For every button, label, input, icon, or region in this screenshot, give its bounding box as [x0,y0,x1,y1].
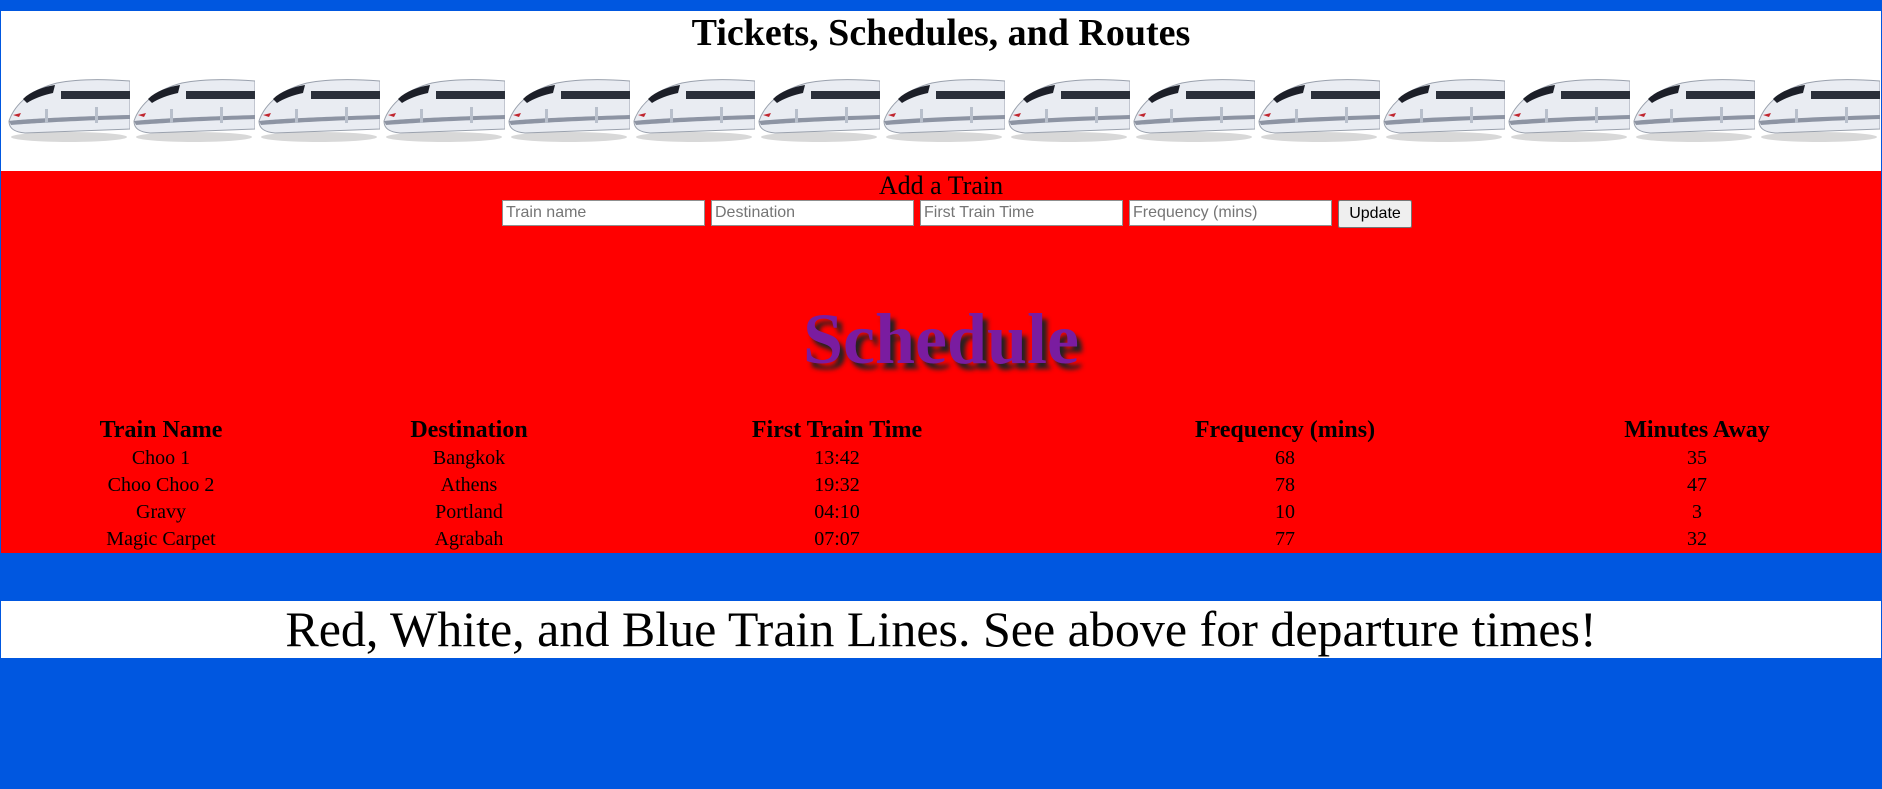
table-row: Gravy Portland 04:10 10 3 [1,498,1881,525]
train-image [383,79,505,142]
column-header: Destination [410,417,528,443]
footer-banner: Red, White, and Blue Train Lines. See ab… [0,601,1881,658]
first-train-time-input[interactable] [920,200,1123,226]
table-row: Choo 1 Bangkok 13:42 68 35 [1,444,1881,471]
column-header: First Train Time [751,417,923,443]
destination-input[interactable] [711,200,914,226]
train-image [633,79,755,142]
train-image [133,79,255,142]
frequency-cell: 78 [1275,473,1295,496]
minutes-away-cell: 32 [1687,527,1707,550]
first-time-cell: 04:10 [814,500,860,523]
column-header: Frequency (mins) [1194,417,1376,443]
train-name-cell: Magic Carpet [106,527,216,550]
column-header: Minutes Away [1624,417,1770,443]
train-image [8,79,130,142]
table-row: Magic Carpet Agrabah 07:07 77 32 [1,525,1881,552]
train-image [258,79,380,142]
train-image [758,79,880,142]
train-image-strip [5,69,1882,149]
frequency-cell: 77 [1275,527,1295,550]
destination-cell: Bangkok [432,446,506,469]
frequency-cell: 10 [1275,500,1295,523]
train-name-input[interactable] [502,200,705,226]
first-time-cell: 19:32 [814,473,860,496]
train-image [508,79,630,142]
frequency-input[interactable] [1129,200,1332,226]
table-row: Choo Choo 2 Athens 19:32 78 47 [1,471,1881,498]
schedule-header-row: Train Name Destination First Train Time … [1,406,1881,444]
add-train-form: Update [502,200,1412,228]
destination-cell: Athens [440,473,498,496]
train-image [1258,79,1380,142]
frequency-cell: 68 [1275,446,1295,469]
main-panel: Add a Train Update Schedule Train Name D… [0,171,1881,553]
first-time-cell: 07:07 [814,527,860,550]
page-title: Tickets, Schedules, and Routes [691,12,1191,54]
add-train-title: Add a Train [878,171,1004,200]
train-name-cell: Choo Choo 2 [107,473,215,496]
train-image [1508,79,1630,142]
minutes-away-cell: 3 [1692,500,1702,523]
page-header: Tickets, Schedules, and Routes [0,11,1882,171]
destination-cell: Agrabah [434,527,504,550]
first-time-cell: 13:42 [814,446,860,469]
train-image [1758,79,1880,142]
train-image [1383,79,1505,142]
train-image [883,79,1005,142]
train-name-cell: Gravy [136,500,186,523]
train-image [1008,79,1130,142]
column-header: Train Name [99,417,223,443]
train-name-cell: Choo 1 [131,446,191,469]
train-image [1133,79,1255,142]
destination-cell: Portland [435,500,503,523]
schedule-heading: Schedule [802,299,1080,379]
minutes-away-cell: 47 [1687,473,1707,496]
train-image [1633,79,1755,142]
schedule-table: Train Name Destination First Train Time … [1,406,1881,552]
minutes-away-cell: 35 [1687,446,1707,469]
update-button[interactable]: Update [1338,200,1412,228]
